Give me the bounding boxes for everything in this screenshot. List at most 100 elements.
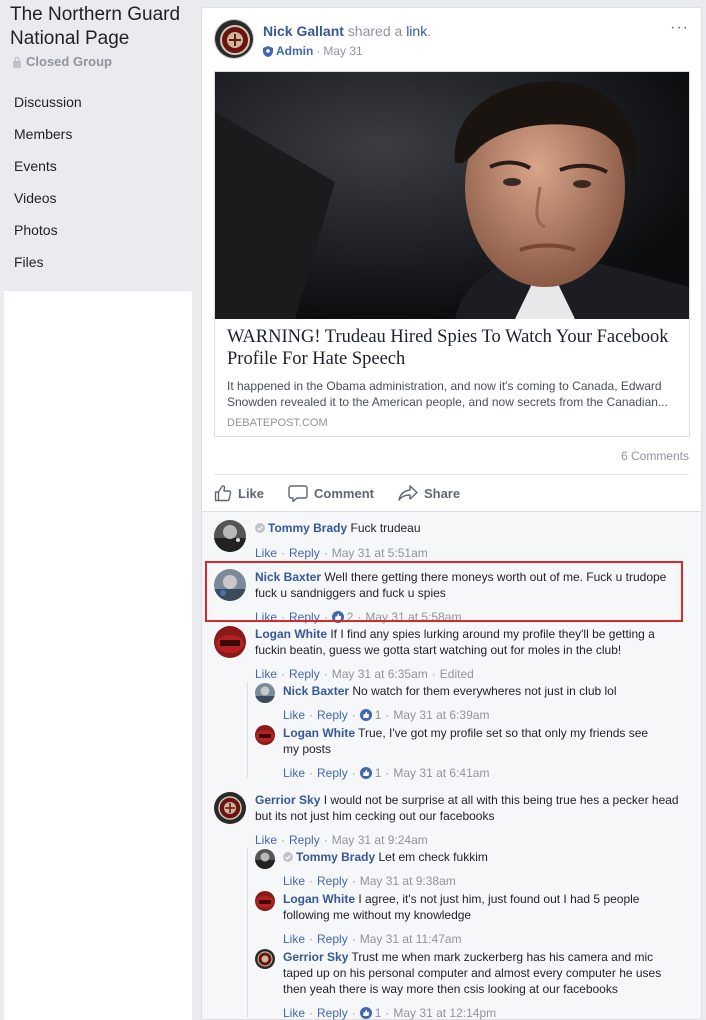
separator-dot: · xyxy=(351,766,356,780)
share-button[interactable]: Share xyxy=(388,475,474,511)
comment-time[interactable]: May 31 at 6:39am xyxy=(393,708,489,722)
separator-dot: · xyxy=(385,766,390,780)
comment-icon xyxy=(288,485,308,502)
commenter-name[interactable]: Logan White xyxy=(283,892,355,906)
comment-time[interactable]: May 31 at 6:41am xyxy=(393,766,489,780)
comment-like-link[interactable]: Like xyxy=(283,874,305,888)
commenter-name[interactable]: Gerrior Sky xyxy=(255,793,320,807)
separator-dot: · xyxy=(281,833,286,847)
comment-count[interactable]: 6 Comments xyxy=(621,449,689,463)
separator-dot: · xyxy=(323,833,328,847)
nav-item-discussion[interactable]: Discussion xyxy=(0,86,197,118)
commenter-avatar[interactable] xyxy=(255,949,275,969)
comment-like-link[interactable]: Like xyxy=(255,546,277,560)
link-title[interactable]: WARNING! Trudeau Hired Spies To Watch Yo… xyxy=(227,326,677,370)
comment-like-link[interactable]: Like xyxy=(283,708,305,722)
separator-dot: · xyxy=(385,708,390,722)
post-actions: Like Comment Share xyxy=(214,475,689,511)
nav-item-videos[interactable]: Videos xyxy=(0,182,197,214)
nav-item-photos[interactable]: Photos xyxy=(0,214,197,246)
like-reaction-icon xyxy=(359,767,372,779)
author-name[interactable]: Nick Gallant xyxy=(263,23,344,39)
separator-dot: · xyxy=(351,708,356,722)
reaction-count[interactable]: 1 xyxy=(359,766,382,780)
comment-reply-link[interactable]: Reply xyxy=(289,546,320,560)
commenter-name[interactable]: Tommy Brady xyxy=(296,850,375,864)
comment-time[interactable]: May 31 at 9:38am xyxy=(360,874,456,888)
separator-dot: · xyxy=(351,874,356,888)
comment-time[interactable]: May 31 at 5:51am xyxy=(332,546,428,560)
nav-item-members[interactable]: Members xyxy=(0,118,197,150)
comment-like-link[interactable]: Like xyxy=(283,1006,305,1020)
separator-dot: · xyxy=(323,546,328,560)
commenter-avatar[interactable] xyxy=(214,792,246,824)
reaction-count[interactable]: 1 xyxy=(359,708,381,722)
admin-badge: Admin xyxy=(276,44,314,58)
comment-body: Logan White If I find any spies lurking … xyxy=(255,626,675,658)
comment-reply-link[interactable]: Reply xyxy=(317,766,348,780)
separator-dot: · xyxy=(431,667,436,681)
comment-reply-link[interactable]: Reply xyxy=(289,667,320,681)
action-link[interactable]: link xyxy=(406,23,427,39)
check-badge-icon xyxy=(255,523,265,533)
commenter-avatar[interactable] xyxy=(255,683,275,703)
separator-dot: · xyxy=(351,1006,356,1020)
like-button[interactable]: Like xyxy=(214,475,278,511)
comment-actions: Like · Reply · May 31 at 9:38am xyxy=(283,874,456,888)
comment-reply-link[interactable]: Reply xyxy=(289,833,320,847)
more-options-icon[interactable]: ··· xyxy=(670,19,689,37)
comment-reply-link[interactable]: Reply xyxy=(317,874,348,888)
reaction-count-value: 1 xyxy=(374,766,382,780)
commenter-name[interactable]: Logan White xyxy=(255,627,327,641)
comment-reply-link[interactable]: Reply xyxy=(317,1006,348,1020)
post-meta: Admin · May 31 xyxy=(263,44,363,58)
commenter-name[interactable]: Gerrior Sky xyxy=(283,950,348,964)
comment-like-link[interactable]: Like xyxy=(283,766,305,780)
edited-label[interactable]: Edited xyxy=(440,667,474,681)
comment-body: Logan White True, I've got my profile se… xyxy=(283,725,663,757)
commenter-avatar[interactable] xyxy=(255,849,275,869)
comment-like-link[interactable]: Like xyxy=(255,667,277,681)
comment-like-link[interactable]: Like xyxy=(283,932,305,946)
comment-actions: Like · Reply · 1 · May 31 at 12:14pm xyxy=(283,1006,496,1020)
separator-dot: · xyxy=(309,766,314,780)
reaction-count-value: 1 xyxy=(374,1006,382,1020)
meta-dot: · xyxy=(316,44,321,58)
separator-dot: · xyxy=(351,932,356,946)
commenter-avatar[interactable] xyxy=(255,725,275,745)
group-privacy-label: Closed Group xyxy=(26,54,112,69)
lock-icon xyxy=(13,56,21,68)
comment-reply-link[interactable]: Reply xyxy=(317,708,348,722)
reply-thread-line xyxy=(247,682,248,778)
group-title[interactable]: The Northern Guard National Page xyxy=(10,3,195,51)
share-icon xyxy=(398,485,418,501)
reaction-count[interactable]: 1 xyxy=(359,1006,382,1020)
comment-time[interactable]: May 31 at 6:35am xyxy=(332,667,428,681)
commenter-avatar[interactable] xyxy=(214,626,246,658)
comment-body: Gerrior Sky Trust me when mark zuckerber… xyxy=(283,949,668,997)
comment-like-link[interactable]: Like xyxy=(255,833,277,847)
link-preview[interactable]: WARNING! Trudeau Hired Spies To Watch Yo… xyxy=(214,71,690,437)
comment-time[interactable]: May 31 at 9:24am xyxy=(332,833,428,847)
commenter-name[interactable]: Nick Baxter xyxy=(283,684,349,698)
comment-body: Tommy Brady Let em check fukkim xyxy=(283,849,683,865)
link-description: It happened in the Obama administration,… xyxy=(227,379,668,409)
comment-time[interactable]: May 31 at 11:47am xyxy=(360,932,462,946)
separator-dot: · xyxy=(309,932,314,946)
comment-text: Fuck trudeau xyxy=(350,521,421,535)
comment-button[interactable]: Comment xyxy=(278,475,388,511)
check-badge-icon xyxy=(283,852,293,862)
post-date[interactable]: May 31 xyxy=(323,44,362,58)
nav-item-files[interactable]: Files xyxy=(0,246,197,278)
commenter-avatar[interactable] xyxy=(255,891,275,911)
like-label: Like xyxy=(238,485,265,501)
comment-label: Comment xyxy=(314,485,374,501)
commenter-name[interactable]: Tommy Brady xyxy=(268,521,347,535)
nav-item-events[interactable]: Events xyxy=(0,150,197,182)
commenter-avatar[interactable] xyxy=(214,520,246,552)
link-domain: DEBATEPOST.COM xyxy=(227,417,328,429)
comment-reply-link[interactable]: Reply xyxy=(317,932,348,946)
comment-time[interactable]: May 31 at 12:14pm xyxy=(393,1006,496,1020)
commenter-name[interactable]: Logan White xyxy=(283,726,355,740)
author-avatar[interactable] xyxy=(214,19,254,59)
